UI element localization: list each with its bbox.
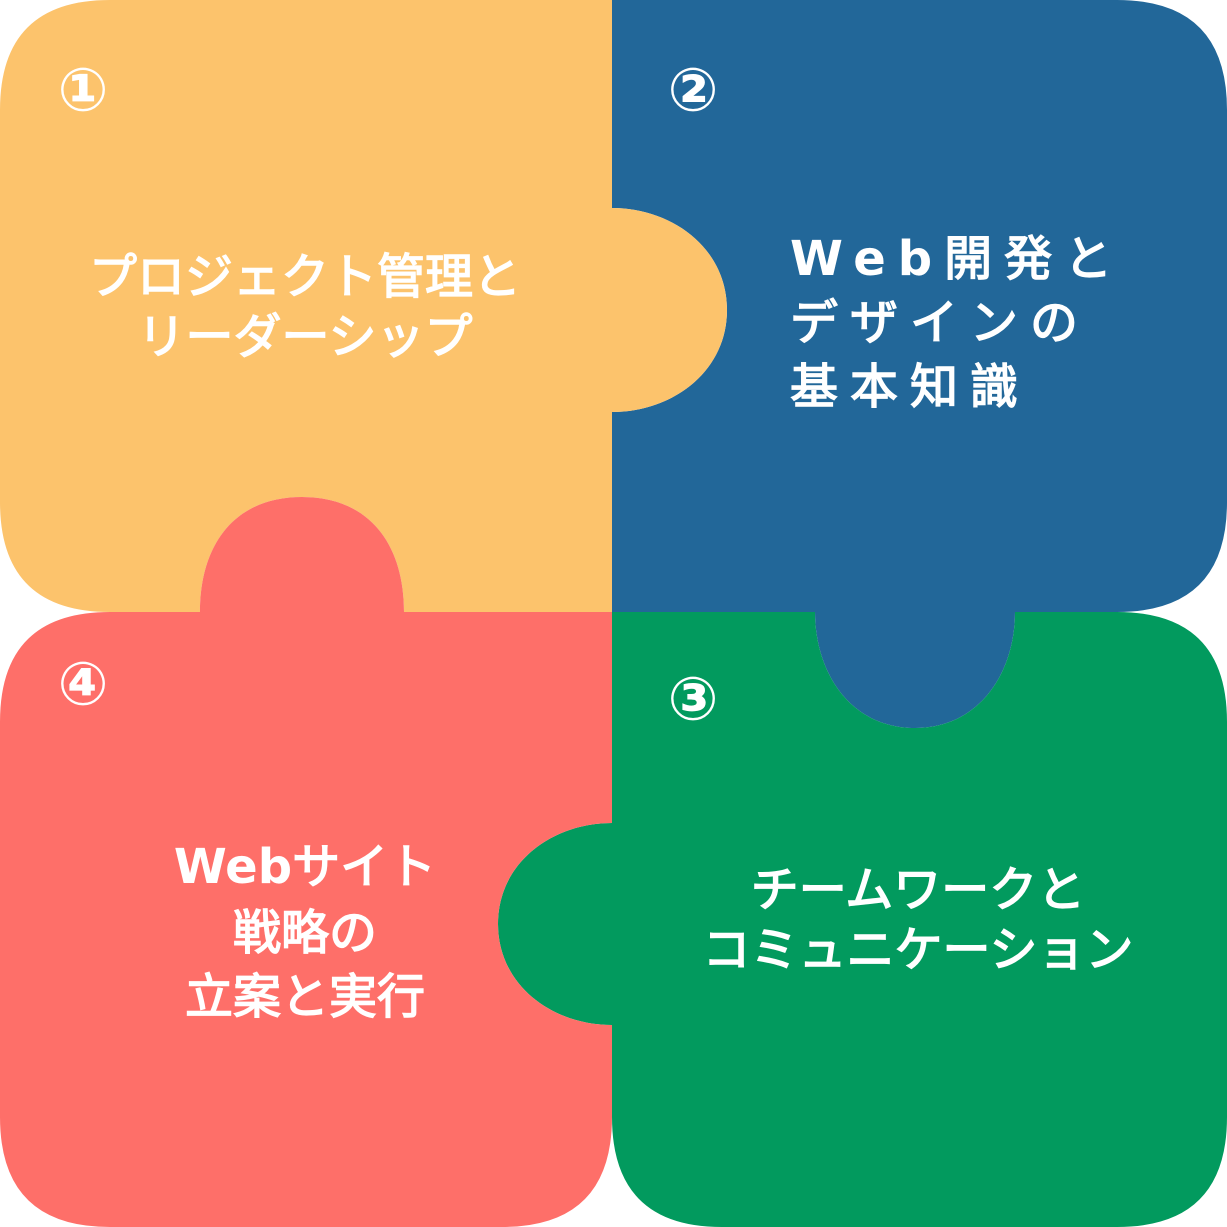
piece-2-label-line-3: 基本知識 [790, 359, 1030, 415]
piece-2-label-line-2: デザインの [790, 295, 1090, 351]
piece-3-number: ③ [668, 665, 719, 735]
piece-2-label-line-1: Web開発と [790, 231, 1124, 287]
piece-1-label-line-1: プロジェクト管理と [89, 249, 521, 305]
piece-1-label-line-2: リーダーシップ [137, 309, 472, 365]
piece-2-number: ② [668, 56, 719, 126]
piece-3-label-line-1: チームワークと [751, 862, 1086, 918]
piece-4-label-line-3: 立案と実行 [185, 969, 425, 1025]
piece-4-label-line-1: Webサイト [174, 839, 436, 895]
piece-4-number: ④ [58, 650, 109, 720]
piece-3-label-line-2: コミュニケーション [702, 922, 1133, 978]
puzzle-diagram: ① ② ③ ④ プロジェクト管理と リーダーシップ Web開発と デザインの 基… [0, 0, 1227, 1227]
piece-4-label-line-2: 戦略の [233, 905, 377, 961]
piece-1-number: ① [58, 56, 109, 126]
